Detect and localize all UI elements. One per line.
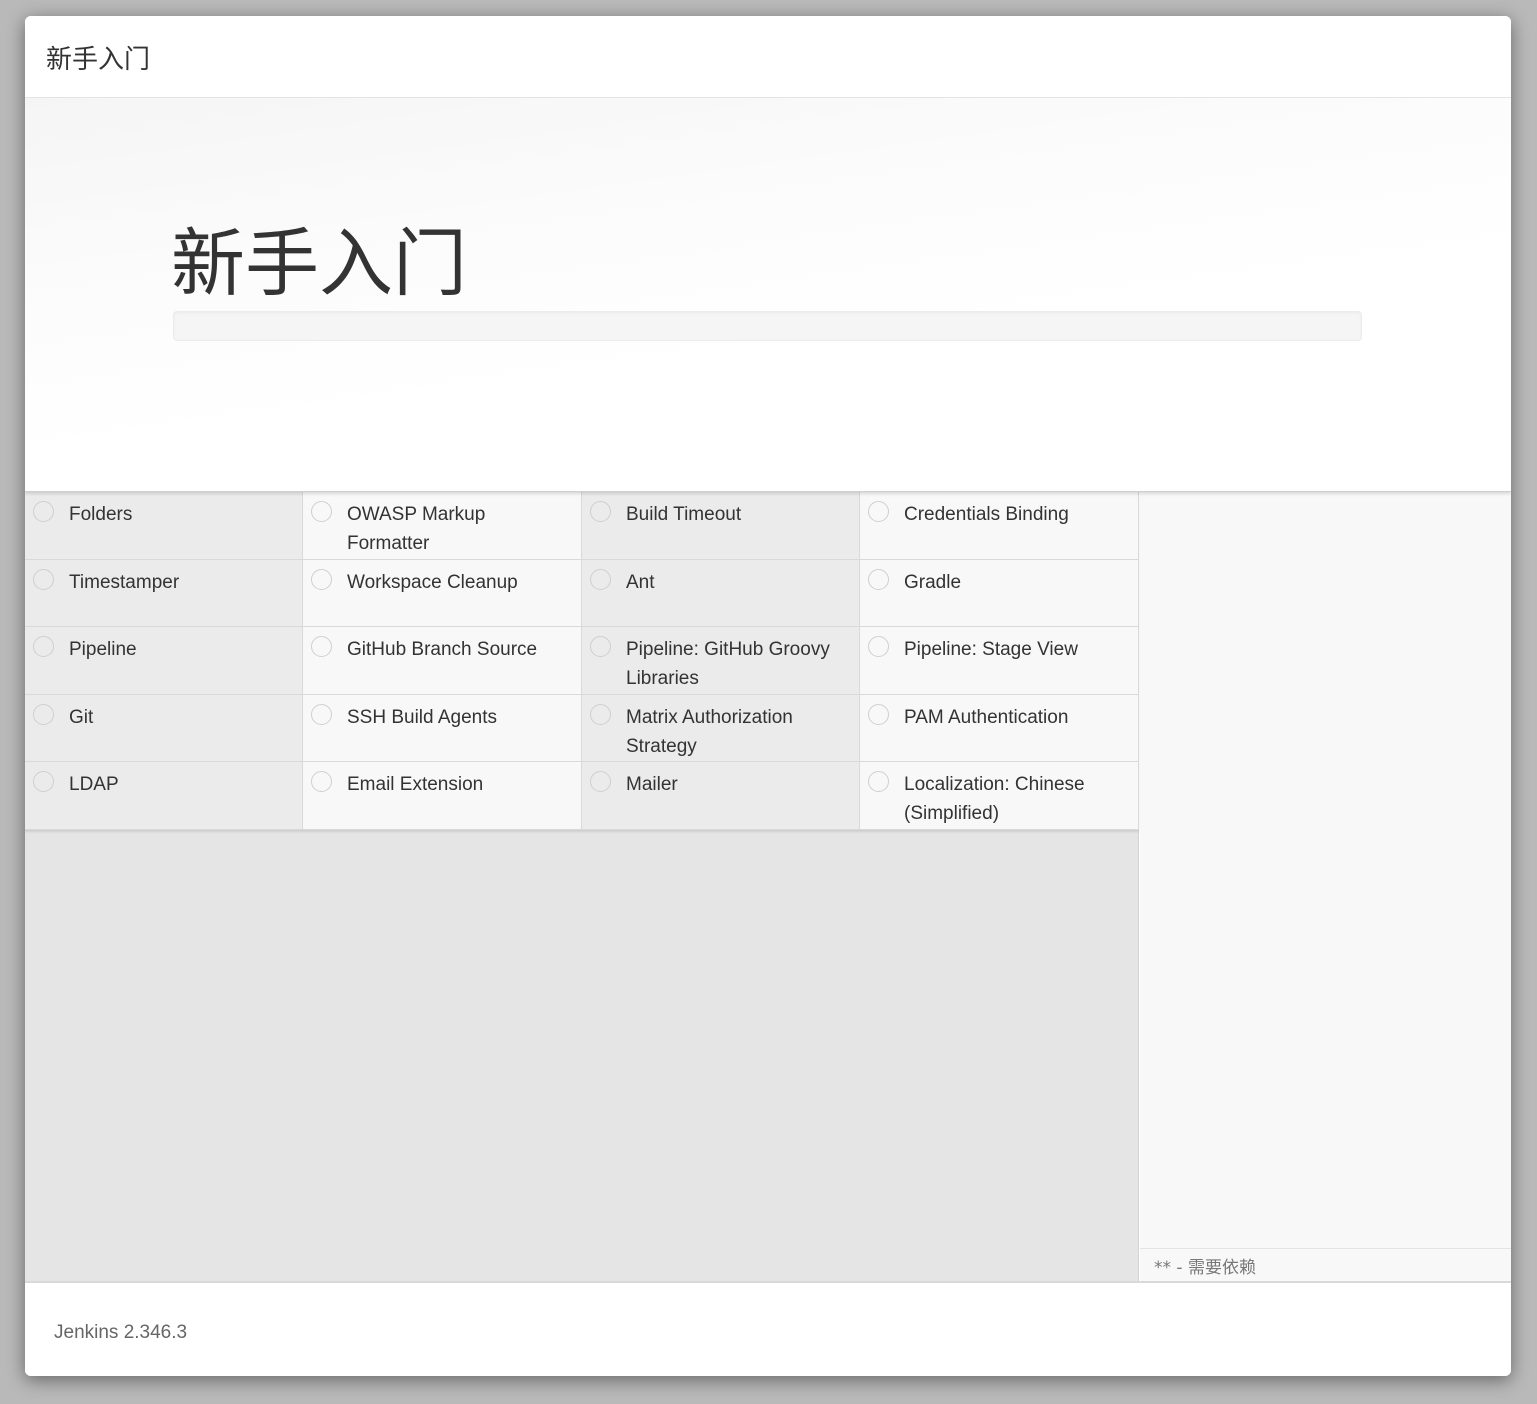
plugin-item: Email Extension bbox=[303, 762, 582, 830]
plugin-label: Timestamper bbox=[69, 571, 180, 593]
plugin-grid: Folders OWASP Markup Formatter Build Timeo… bbox=[25, 492, 1139, 831]
plugin-item: Credentials Binding bbox=[860, 492, 1139, 560]
plugin-label: Gradle bbox=[904, 571, 962, 593]
install-progress-bar bbox=[173, 311, 1362, 341]
plugin-label: LDAP bbox=[69, 774, 119, 796]
hero-title: 新手入门 bbox=[171, 221, 467, 307]
plugin-item: LDAP bbox=[25, 762, 303, 830]
plugin-label: Workspace Cleanup bbox=[347, 571, 518, 593]
install-status-icon bbox=[590, 568, 611, 590]
install-status-icon bbox=[311, 771, 332, 793]
plugin-item: Localization: Chinese (Simplified) bbox=[860, 762, 1139, 830]
plugin-item: Gradle bbox=[860, 559, 1139, 628]
plugin-item: Pipeline: GitHub Groovy Libraries bbox=[582, 627, 860, 695]
plugin-item: Pipeline bbox=[25, 627, 303, 695]
plugin-label: Matrix Authorization Strategy bbox=[626, 706, 793, 757]
plugin-item: SSH Build Agents bbox=[303, 694, 582, 763]
plugin-label: PAM Authentication bbox=[904, 706, 1069, 728]
plugin-label: Credentials Binding bbox=[904, 504, 1069, 525]
install-log-panel: ** - 需要依赖 bbox=[1140, 492, 1511, 1282]
plugins-area: Folders OWASP Markup Formatter Build Timeo… bbox=[25, 492, 1139, 1282]
plugin-item: Pipeline: Stage View bbox=[860, 627, 1139, 695]
install-status-icon bbox=[33, 771, 54, 793]
plugin-label: Mailer bbox=[626, 774, 678, 796]
plugin-item: Build Timeout bbox=[582, 492, 860, 560]
plugin-item: Timestamper bbox=[25, 559, 303, 628]
plugin-item: PAM Authentication bbox=[860, 694, 1139, 763]
plugin-item: Ant bbox=[582, 559, 860, 628]
dialog-footer: Jenkins 2.346.3 bbox=[25, 1281, 1511, 1376]
plugin-label: Ant bbox=[626, 571, 655, 593]
install-status-icon bbox=[33, 636, 54, 658]
main-content: Folders OWASP Markup Formatter Build Timeo… bbox=[25, 492, 1511, 1282]
plugin-label: OWASP Markup Formatter bbox=[347, 504, 486, 554]
dependency-legend: ** - 需要依赖 bbox=[1140, 1248, 1511, 1282]
install-status-icon bbox=[311, 636, 332, 658]
hero-banner: 新手入门 bbox=[25, 98, 1511, 492]
install-status-icon bbox=[590, 703, 611, 725]
install-status-icon bbox=[868, 703, 889, 725]
install-status-icon bbox=[311, 703, 332, 725]
install-status-icon bbox=[868, 771, 889, 793]
install-status-icon bbox=[33, 703, 54, 725]
install-status-icon bbox=[590, 501, 611, 522]
plugin-label: GitHub Branch Source bbox=[347, 639, 538, 661]
install-status-icon bbox=[33, 501, 54, 522]
plugin-label: Pipeline: Stage View bbox=[904, 639, 1078, 661]
plugin-item: OWASP Markup Formatter bbox=[303, 492, 582, 560]
plugin-item: Mailer bbox=[582, 762, 860, 830]
plugin-item: Matrix Authorization Strategy bbox=[582, 694, 860, 763]
install-status-icon bbox=[311, 568, 332, 590]
install-status-icon bbox=[311, 501, 332, 522]
dialog-title: 新手入门 bbox=[46, 45, 151, 75]
plugin-label: Email Extension bbox=[347, 774, 484, 796]
plugin-item: GitHub Branch Source bbox=[303, 627, 582, 695]
plugin-item: Git bbox=[25, 694, 303, 763]
install-status-icon bbox=[33, 568, 54, 590]
install-status-icon bbox=[868, 501, 889, 522]
jenkins-version: Jenkins 2.346.3 bbox=[54, 1322, 188, 1343]
plugin-label: Folders bbox=[69, 504, 133, 525]
plugin-label: Build Timeout bbox=[626, 504, 742, 525]
plugin-label: Pipeline bbox=[69, 639, 137, 661]
plugin-item: Folders bbox=[25, 492, 303, 560]
install-status-icon bbox=[590, 636, 611, 658]
plugin-item: Workspace Cleanup bbox=[303, 559, 582, 628]
install-status-icon bbox=[590, 771, 611, 793]
dialog-header: 新手入门 bbox=[25, 16, 1511, 98]
install-status-icon bbox=[868, 636, 889, 658]
plugin-label: Localization: Chinese (Simplified) bbox=[904, 774, 1085, 825]
plugin-label: Pipeline: GitHub Groovy Libraries bbox=[626, 639, 830, 690]
plugin-label: Git bbox=[69, 706, 94, 728]
install-status-icon bbox=[868, 568, 889, 590]
plugin-label: SSH Build Agents bbox=[347, 706, 497, 728]
setup-wizard-dialog: 新手入门 新手入门 Folders OWASP Markup Formatter B… bbox=[25, 16, 1511, 1376]
